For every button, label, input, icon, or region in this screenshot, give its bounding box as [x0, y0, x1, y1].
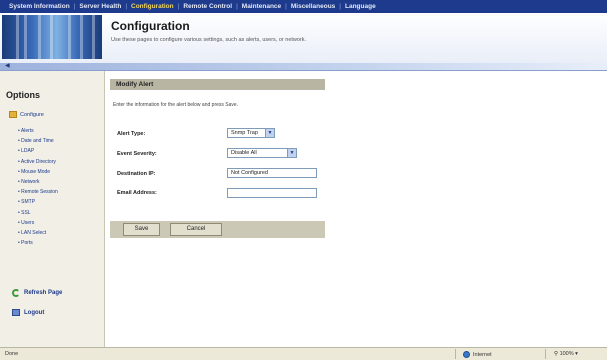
logout-link[interactable]: Logout: [12, 309, 44, 316]
sidebar-item-ldap[interactable]: • LDAP: [18, 146, 58, 156]
save-button[interactable]: Save: [123, 223, 160, 236]
sidebar-item-active-directory[interactable]: • Active Directory: [18, 157, 58, 167]
sidebar-item-ports[interactable]: • Ports: [18, 238, 58, 248]
sidebar-section-configure[interactable]: Configure: [9, 111, 44, 118]
sidebar-item-network[interactable]: • Network: [18, 177, 58, 187]
nav-maintenance[interactable]: Maintenance: [238, 3, 285, 10]
page-title: Configuration: [111, 19, 190, 33]
destination-ip-label: Destination IP:: [117, 171, 156, 177]
zoom-level[interactable]: ⚲ 100% ▾: [554, 351, 578, 357]
event-severity-label: Event Severity:: [117, 151, 157, 157]
sidebar-item-smtp[interactable]: • SMTP: [18, 197, 58, 207]
page-header: Configuration Use these pages to configu…: [0, 13, 607, 63]
sidebar-item-alerts[interactable]: • Alerts: [18, 126, 58, 136]
nav-configuration[interactable]: Configuration: [127, 3, 178, 10]
form-panel-title: Modify Alert: [110, 79, 325, 90]
email-address-label: Email Address:: [117, 190, 157, 196]
alert-type-value: Snmp Trap: [231, 130, 258, 136]
nav-language[interactable]: Language: [341, 3, 380, 10]
sidebar-title: Options: [6, 90, 40, 100]
refresh-icon: [12, 289, 20, 297]
event-severity-select[interactable]: Disable All ▼: [227, 148, 297, 158]
header-logo-image: [2, 15, 102, 59]
options-sidebar: Options Configure • Alerts • Date and Ti…: [0, 71, 105, 347]
globe-icon: [463, 351, 470, 358]
folder-icon: [9, 111, 17, 118]
status-text: Done: [5, 351, 19, 357]
sidebar-item-users[interactable]: • Users: [18, 218, 58, 228]
sidebar-item-lan-select[interactable]: • LAN Select: [18, 228, 58, 238]
browser-status-bar: Done Internet ⚲ 100% ▾: [0, 347, 607, 360]
cancel-button[interactable]: Cancel: [170, 223, 222, 236]
magnifier-icon: ⚲: [554, 351, 559, 357]
nav-miscellaneous[interactable]: Miscellaneous: [287, 3, 339, 10]
sidebar-item-date-and-time[interactable]: • Date and Time: [18, 136, 58, 146]
status-divider: [455, 349, 456, 359]
zoom-level-label: 100%: [559, 351, 574, 357]
nav-system-information[interactable]: System Information: [5, 3, 74, 10]
sidebar-section-label: Configure: [20, 111, 44, 118]
alert-type-select[interactable]: Snmp Trap ▼: [227, 128, 275, 138]
collapse-arrow-icon[interactable]: ◀: [5, 62, 10, 69]
nav-server-health[interactable]: Server Health: [75, 3, 125, 10]
chevron-down-icon: ▾: [575, 351, 578, 357]
chevron-down-icon[interactable]: ▼: [265, 129, 274, 137]
chevron-down-icon[interactable]: ▼: [287, 149, 296, 157]
sidebar-item-list: • Alerts • Date and Time • LDAP • Active…: [18, 126, 58, 248]
logout-label: Logout: [24, 309, 45, 316]
logout-icon: [12, 309, 20, 316]
refresh-page-label: Refresh Page: [24, 290, 63, 296]
nav-remote-control[interactable]: Remote Control: [179, 3, 236, 10]
sidebar-item-mouse-mode[interactable]: • Mouse Mode: [18, 167, 58, 177]
sidebar-item-ssl[interactable]: • SSL: [18, 208, 58, 218]
alert-type-label: Alert Type:: [117, 131, 146, 137]
form-instructions: Enter the information for the alert belo…: [113, 102, 239, 108]
header-divider-bar: ◀: [0, 63, 607, 71]
email-address-field[interactable]: [227, 188, 317, 198]
security-zone: Internet: [463, 351, 492, 358]
destination-ip-field[interactable]: Not Configured: [227, 168, 317, 178]
page-subtitle: Use these pages to configure various set…: [111, 37, 307, 43]
status-divider: [545, 349, 546, 359]
sidebar-item-remote-session[interactable]: • Remote Session: [18, 187, 58, 197]
security-zone-label: Internet: [473, 351, 492, 358]
refresh-page-link[interactable]: Refresh Page: [12, 289, 62, 297]
top-navigation-bar: System Information | Server Health | Con…: [0, 0, 607, 13]
event-severity-value: Disable All: [231, 150, 257, 156]
